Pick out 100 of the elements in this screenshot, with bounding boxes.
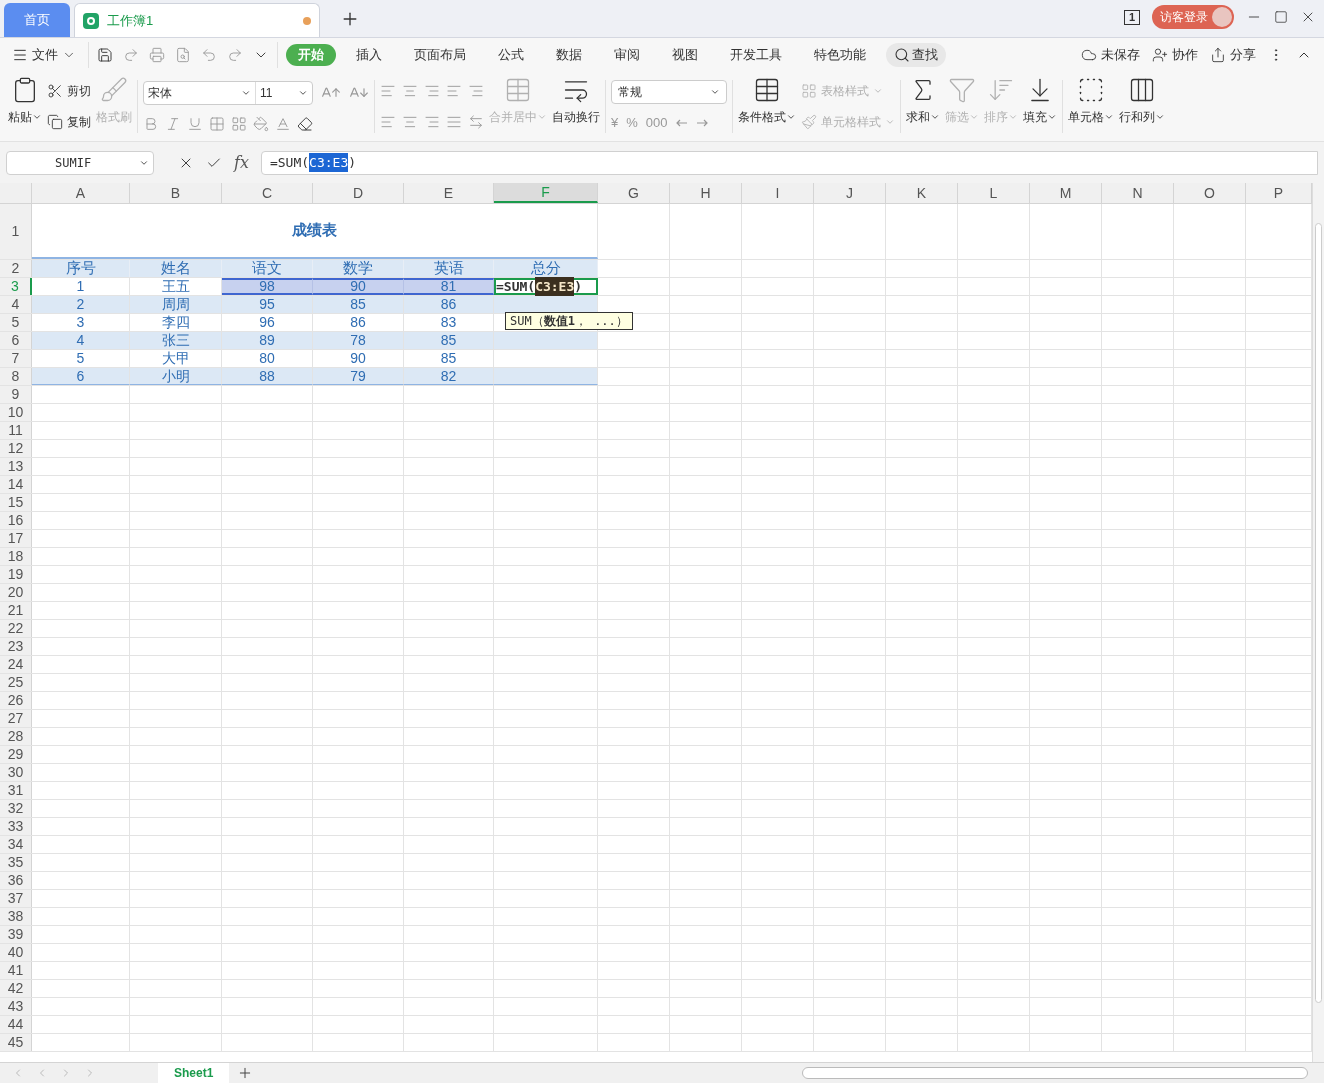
range-reference: C3:E3 [309,152,349,173]
menu-icon [12,47,28,63]
column-header[interactable]: J [814,183,886,203]
column-header[interactable]: N [1102,183,1174,203]
table-cell: 85 [404,332,494,349]
row-header[interactable]: 44 [0,1016,32,1033]
row-header[interactable]: 22 [0,620,32,637]
fill-button[interactable]: 填充 [1023,76,1057,137]
maximize-icon[interactable] [1274,10,1288,24]
row-header[interactable]: 30 [0,764,32,781]
row-header[interactable]: 20 [0,584,32,601]
document-tab[interactable]: 工作簿1 [74,3,320,37]
rows-columns-button[interactable]: 行和列 [1119,76,1165,137]
formula-field[interactable]: =SUM(C3:E3) [260,150,1318,175]
file-menu[interactable]: 文件 [12,45,76,65]
cut-button[interactable]: 剪切 [47,82,91,101]
search-button[interactable]: 查找 [886,43,946,67]
row-header[interactable]: 6 [0,332,32,349]
ribbon-tab[interactable]: 公式 [486,44,536,66]
row-header[interactable]: 41 [0,962,32,979]
row-header[interactable]: 8 [0,368,32,385]
row-header[interactable]: 29 [0,746,32,763]
table-cell: 88 [222,368,313,385]
conditional-format-button[interactable]: 条件格式 [738,76,796,137]
row-header[interactable]: 24 [0,656,32,673]
paste-button[interactable]: 粘贴 [8,76,42,137]
row-header[interactable]: 37 [0,890,32,907]
copy-button[interactable]: 复制 [47,112,91,131]
ribbon-tab[interactable]: 插入 [344,44,394,66]
row-header[interactable]: 43 [0,998,32,1015]
row-header[interactable]: 39 [0,926,32,943]
row-header[interactable]: 35 [0,854,32,871]
row-header[interactable]: 21 [0,602,32,619]
ribbon-tab[interactable]: 页面布局 [402,44,478,66]
row-header[interactable]: 15 [0,494,32,511]
column-header[interactable]: G [598,183,670,203]
row-header[interactable]: 40 [0,944,32,961]
sheet-tab[interactable]: Sheet1 [158,1063,230,1083]
function-tooltip: SUM（数值1， ...） [505,312,633,330]
row-header[interactable]: 33 [0,818,32,835]
ribbon-tab[interactable]: 审阅 [602,44,652,66]
row-header[interactable]: 28 [0,728,32,745]
wrap-text-button[interactable]: 自动换行 [552,76,600,137]
row-header[interactable]: 42 [0,980,32,997]
number-format-field[interactable]: 常规 [611,80,727,105]
column-header[interactable]: B [130,183,222,203]
function-button[interactable]: fx [234,150,249,175]
row-header[interactable]: 26 [0,692,32,709]
column-header[interactable]: K [886,183,958,203]
row-header[interactable]: 45 [0,1034,32,1051]
row-header[interactable]: 4 [0,296,32,313]
row-header[interactable]: 18 [0,548,32,565]
collaborate-button[interactable]: 协作 [1152,45,1198,65]
column-header[interactable]: I [742,183,814,203]
row-header[interactable]: 12 [0,440,32,457]
row-header[interactable]: 10 [0,404,32,421]
row-header[interactable]: 17 [0,530,32,547]
column-header[interactable]: C [222,183,313,203]
print-icon [149,47,165,63]
row-header[interactable]: 7 [0,350,32,367]
font-name-field[interactable]: 宋体 11 [143,81,313,106]
sum-button[interactable]: 求和 [906,76,940,137]
cell-editor[interactable]: =SUM(C3:E3) [494,278,598,295]
save-status-button[interactable]: 未保存 [1081,45,1140,65]
row-header[interactable]: 27 [0,710,32,727]
row-header[interactable]: 2 [0,260,32,277]
column-header[interactable]: O [1174,183,1246,203]
row-header[interactable]: 11 [0,422,32,439]
ribbon-tab[interactable]: 特色功能 [802,44,878,66]
row-header[interactable]: 13 [0,458,32,475]
column-header[interactable]: M [1030,183,1102,203]
row-header[interactable]: 5 [0,314,32,331]
column-header[interactable]: H [670,183,742,203]
share-button[interactable]: 分享 [1210,45,1256,65]
column-header[interactable]: A [32,183,130,203]
ribbon-tab[interactable]: 视图 [660,44,710,66]
row-header[interactable]: 31 [0,782,32,799]
row-header[interactable]: 19 [0,566,32,583]
window-count-icon[interactable]: 1 [1123,9,1140,25]
row-header[interactable]: 32 [0,800,32,817]
row-header[interactable]: 36 [0,872,32,889]
row-header[interactable]: 16 [0,512,32,529]
cell-button[interactable]: 单元格 [1068,76,1114,137]
row-header[interactable]: 25 [0,674,32,691]
table-cell: 4 [32,332,130,349]
guest-login-button[interactable]: 访客登录 [1152,5,1234,29]
column-header[interactable]: D [313,183,404,203]
ribbon-tab[interactable]: 数据 [544,44,594,66]
row-header[interactable]: 23 [0,638,32,655]
row-header[interactable]: 1 [0,204,32,259]
row-header[interactable]: 38 [0,908,32,925]
column-heading-cell: 数学 [313,260,404,277]
column-header[interactable]: L [958,183,1030,203]
distribute-icon [468,113,484,130]
ribbon-tab[interactable]: 开发工具 [718,44,794,66]
name-box[interactable]: SUMIF [6,150,154,175]
row-header[interactable]: 9 [0,386,32,403]
row-header[interactable]: 14 [0,476,32,493]
row-header[interactable]: 34 [0,836,32,853]
vertical-scrollbar[interactable] [1312,183,1324,1062]
